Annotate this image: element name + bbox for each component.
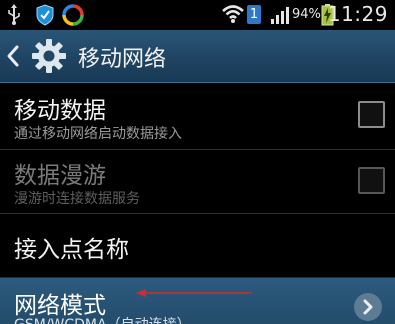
notification-badge: 1	[247, 5, 261, 24]
back-chevron-icon[interactable]	[6, 44, 20, 68]
notification-count: 1	[249, 7, 259, 22]
setting-subtitle: 漫游时连接数据服务	[14, 191, 140, 207]
data-roaming-checkbox	[358, 167, 385, 194]
sync-icon	[62, 4, 84, 26]
screen: 1 94% 11:29 移动网络 移动数据 通过移动网络启动数据接入 数据漫游 …	[0, 0, 395, 324]
setting-subtitle: 通过移动网络启动数据接入	[14, 126, 182, 142]
mobile-data-checkbox[interactable]	[358, 101, 385, 128]
annotation-arrow	[136, 289, 252, 297]
battery-percent: 94%	[292, 7, 321, 22]
setting-data-roaming: 数据漫游 漫游时连接数据服务	[0, 150, 395, 214]
usb-icon	[8, 4, 20, 25]
setting-subtitle: GSM/WCDMA（自动连接）	[14, 314, 191, 324]
setting-access-point-names[interactable]: 接入点名称	[0, 214, 395, 278]
wifi-icon	[222, 5, 244, 23]
status-bar: 1 94% 11:29	[0, 0, 395, 30]
setting-title: 数据漫游	[14, 163, 106, 189]
setting-mobile-data[interactable]: 移动数据 通过移动网络启动数据接入	[0, 83, 395, 150]
gear-icon[interactable]	[31, 38, 67, 74]
setting-title: 接入点名称	[14, 237, 129, 263]
action-bar: 移动网络	[0, 30, 395, 83]
shield-icon	[36, 4, 54, 26]
setting-title: 移动数据	[14, 98, 106, 124]
page-title: 移动网络	[78, 47, 167, 72]
chevron-right-icon[interactable]	[354, 293, 382, 321]
signal-icon	[271, 7, 289, 24]
clock: 11:29	[327, 2, 388, 26]
setting-network-mode[interactable]: 网络模式 GSM/WCDMA（自动连接）	[0, 278, 395, 324]
